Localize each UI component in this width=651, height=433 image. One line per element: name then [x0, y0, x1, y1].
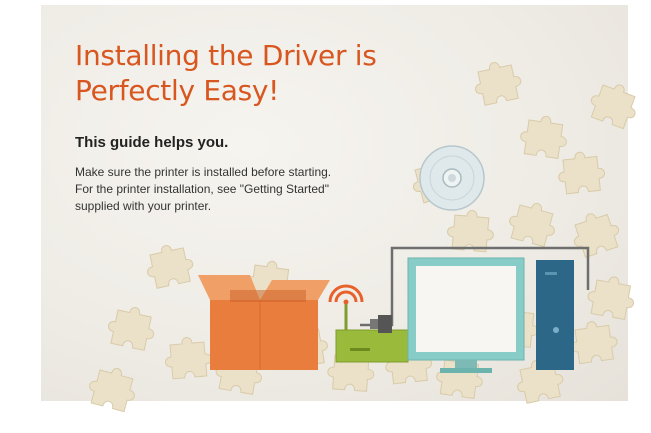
computer-monitor-icon [407, 257, 525, 373]
guide-subtitle: This guide helps you. [75, 134, 229, 151]
page-title-line-1: Installing the Driver is [75, 39, 377, 72]
page-title: Installing the Driver is Perfectly Easy! [75, 38, 435, 108]
instructions-line-3: supplied with your printer. [75, 199, 212, 213]
instructions-line-2: For the printer installation, see "Getti… [75, 182, 329, 196]
instructions-text: Make sure the printer is installed befor… [75, 164, 405, 215]
pc-tower-icon [536, 260, 574, 370]
instructions-line-1: Make sure the printer is installed befor… [75, 165, 332, 179]
cd-disc-icon [419, 145, 485, 211]
page-title-line-2: Perfectly Easy! [75, 74, 280, 107]
